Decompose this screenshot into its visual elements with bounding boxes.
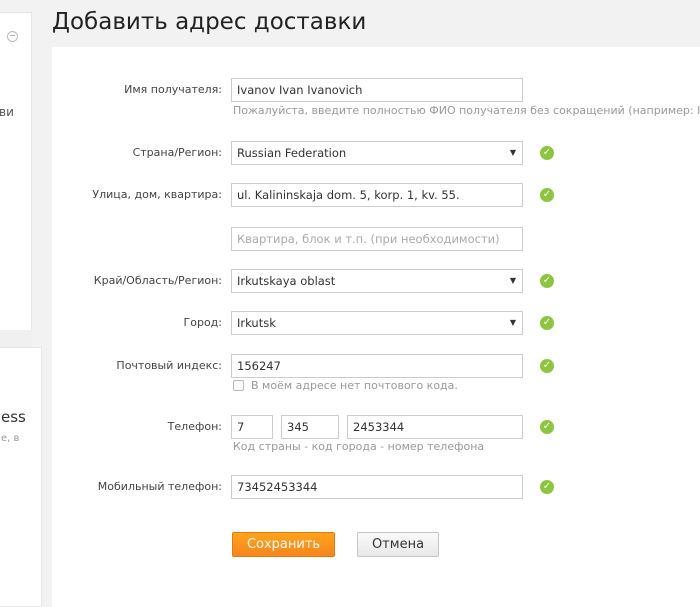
street-input[interactable]: ul. Kalininskaja dom. 5, korp. 1, kv. 55…	[231, 183, 523, 207]
check-icon: ✓	[540, 188, 554, 202]
left-title: ess	[1, 408, 26, 426]
check-icon: ✓	[540, 420, 554, 434]
street-label: Улица, дом, квартира:	[92, 188, 222, 201]
city-value: Irkutsk	[237, 316, 276, 330]
region-value: Irkutskaya oblast	[237, 274, 336, 288]
zip-input[interactable]: 156247	[231, 354, 523, 378]
name-hint: Пожалуйста, введите полностью ФИО получа…	[233, 104, 700, 117]
name-label: Имя получателя:	[124, 83, 222, 96]
left-panel-bottom: ess е, в	[0, 347, 42, 607]
phone-number-input[interactable]: 2453344	[347, 415, 523, 439]
country-select[interactable]: Russian Federation	[231, 141, 523, 165]
left-panel-top: − ви	[0, 12, 32, 358]
no-zip-checkbox[interactable]	[233, 380, 244, 391]
region-label: Край/Область/Регион:	[93, 274, 222, 287]
mobile-label: Мобильный телефон:	[97, 480, 222, 493]
city-label: Город:	[183, 316, 222, 329]
cancel-button[interactable]: Отмена	[357, 532, 439, 557]
city-select[interactable]: Irkutsk	[231, 311, 523, 335]
left-subtext: е, в	[1, 433, 20, 444]
check-icon: ✓	[540, 274, 554, 288]
name-input[interactable]: Ivanov Ivan Ivanovich	[231, 78, 523, 102]
phone-country-input[interactable]: 7	[231, 415, 273, 439]
mobile-input[interactable]: 73452453344	[231, 475, 523, 499]
phone-hint: Код страны - код города - номер телефона	[233, 440, 485, 453]
check-icon: ✓	[540, 480, 554, 494]
region-select[interactable]: Irkutskaya oblast	[231, 269, 523, 293]
phone-city-input[interactable]: 345	[281, 415, 339, 439]
phone-label: Телефон:	[167, 420, 222, 433]
check-icon: ✓	[540, 316, 554, 330]
left-text: ви	[0, 105, 14, 119]
apartment-input[interactable]: Квартира, блок и т.п. (при необходимости…	[231, 227, 523, 251]
country-value: Russian Federation	[237, 146, 347, 160]
zip-label: Почтовый индекс:	[116, 359, 222, 372]
check-icon: ✓	[540, 359, 554, 373]
save-button[interactable]: Сохранить	[232, 532, 335, 557]
collapse-icon[interactable]: −	[7, 31, 18, 42]
no-zip-label: В моём адресе нет почтового кода.	[251, 379, 458, 392]
check-icon: ✓	[540, 146, 554, 160]
country-label: Страна/Регион:	[132, 146, 222, 159]
page-title: Добавить адрес доставки	[52, 9, 367, 35]
